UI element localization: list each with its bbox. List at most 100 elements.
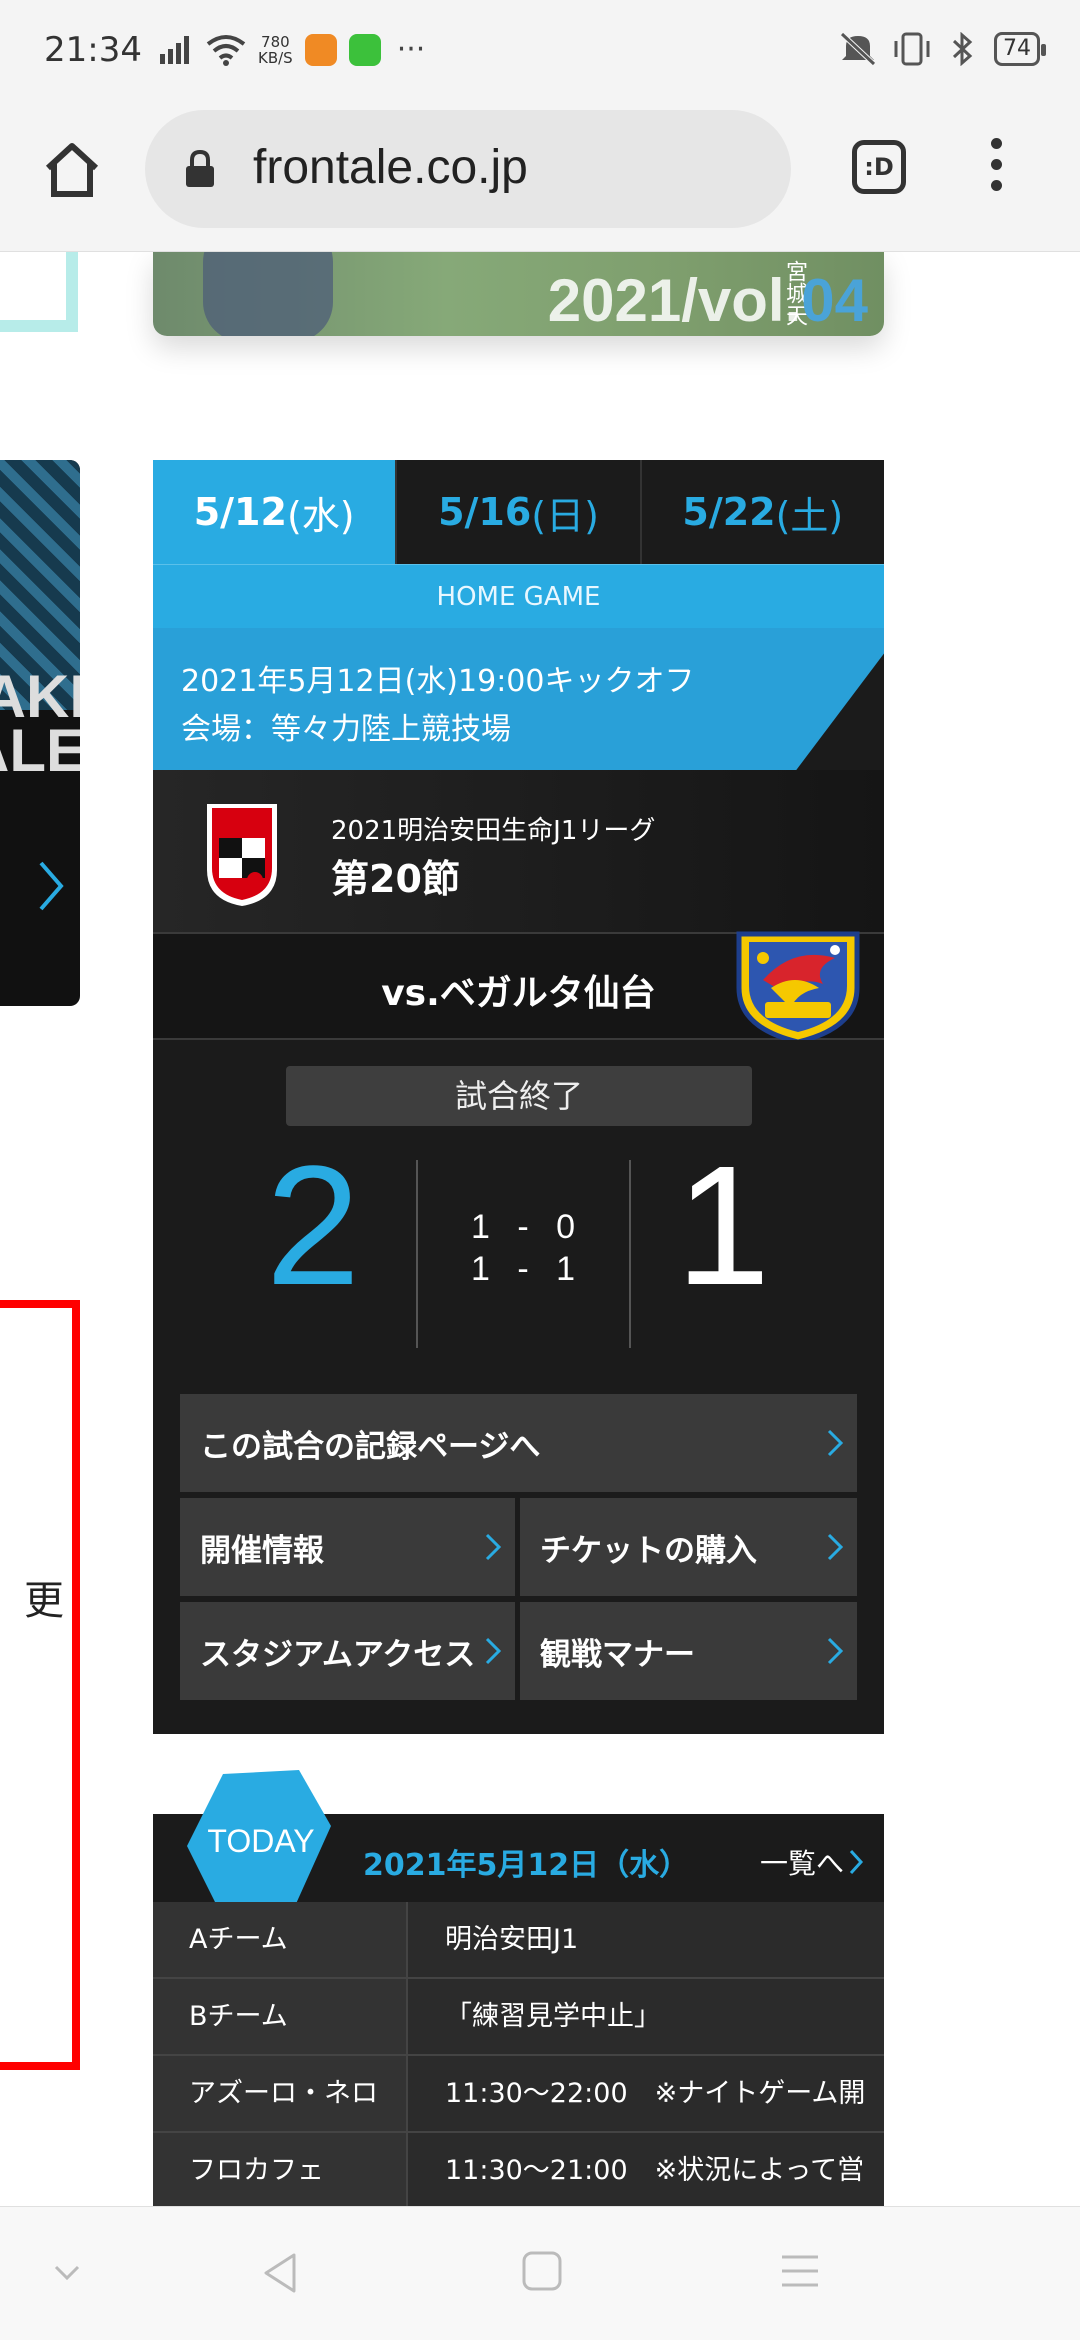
wifi-icon <box>206 34 246 66</box>
table-row[interactable]: Bチーム 「練習見学中止」 <box>153 1979 884 2056</box>
today-schedule: 2021年5月12日（水） 一覧へ TODAY Aチーム 明治安田J1 Bチーム… <box>153 1770 884 2206</box>
tab-date-label: 5/12 <box>193 490 287 534</box>
away-score: 1 <box>675 1131 771 1321</box>
banner-title: 2021/vol.04 <box>548 266 868 335</box>
table-row[interactable]: アズーロ・ネロ 11:30〜22:00 ※ナイトゲーム開 <box>153 2056 884 2133</box>
today-badge: TODAY <box>187 1770 331 1910</box>
status-bar: 21:34 780 KB/S ··· 74 <box>0 0 1080 100</box>
mute-icon <box>840 32 876 66</box>
side-carousel-card[interactable]: AKI ALE <box>0 460 80 1006</box>
schedule-info: 11:30〜22:00 ※ナイトゲーム開 <box>445 2078 866 2109</box>
battery-indicator: 74 <box>994 32 1046 66</box>
tab-date-0516[interactable]: 5/16 (日) <box>397 460 642 564</box>
match-widget: 5/12 (水) 5/16 (日) 5/22 (土) HOME GAME 2021年5… <box>153 460 884 1734</box>
first-half-score: 1 - 0 <box>470 1208 576 1246</box>
jleague-logo-icon <box>207 804 277 906</box>
web-page: 宮城天 2021/vol.04 AKI ALE 更 5/12(水) 5/16(日… <box>0 252 1080 2206</box>
network-speed: 780 KB/S <box>258 34 293 66</box>
match-record-button[interactable]: この試合の記録ページへ <box>180 1394 857 1492</box>
magazine-banner[interactable]: 宮城天 2021/vol.04 <box>153 252 884 336</box>
tab-switcher-button[interactable]: :D <box>852 140 906 194</box>
chevron-right-icon <box>827 1429 844 1457</box>
tab-dow-label: (水) <box>286 493 355 538</box>
table-row[interactable]: Aチーム 明治安田J1 <box>153 1902 884 1979</box>
app-notification-icon <box>304 33 337 66</box>
card-text: AKI ALE <box>0 663 80 784</box>
url-text[interactable]: frontale.co.jp <box>253 140 528 195</box>
second-half-score: 1 - 1 <box>470 1250 576 1288</box>
line-app-icon <box>348 33 381 66</box>
team-name: フロカフェ <box>153 2133 408 2206</box>
tab-date-0522[interactable]: 5/22 (土) <box>641 460 884 564</box>
status-right-icons: 74 <box>840 32 1046 66</box>
more-notifications-icon: ··· <box>396 32 426 67</box>
more-menu-icon[interactable] <box>986 138 1006 198</box>
score-area: 試合終了 2 1 - 0 1 - 1 1 <box>153 1040 884 1390</box>
tab-date-label: 5/16 <box>438 490 532 534</box>
browser-toolbar: frontale.co.jp :D <box>0 100 1080 252</box>
today-date: 2021年5月12日（水） <box>363 1848 690 1883</box>
team-name: アズーロ・ネロ <box>153 2056 408 2131</box>
team-name: Bチーム <box>153 1979 408 2054</box>
view-all-label: 一覧へ <box>759 1847 844 1880</box>
league-name: 2021明治安田生命J1リーグ <box>331 816 656 846</box>
chevron-right-icon <box>849 1849 864 1875</box>
kickoff-info: 2021年5月12日(水)19:00キックオフ 会場：等々力陸上競技場 <box>153 628 884 770</box>
match-date-tabs: 5/12 (水) 5/16 (日) 5/22 (土) <box>153 460 884 564</box>
signal-icon <box>160 35 189 64</box>
banner-photo <box>203 252 333 336</box>
table-row[interactable]: フロカフェ 11:30〜21:00 ※状況によって営 <box>153 2133 884 2206</box>
event-info-button[interactable]: 開催情報 <box>180 1498 515 1596</box>
notice-box: 更 <box>0 1300 80 2070</box>
schedule-info: 11:30〜21:00 ※状況によって営 <box>445 2155 865 2186</box>
vibrate-icon <box>894 32 930 66</box>
side-decoration-box <box>0 252 78 332</box>
net-speed-value: 780 <box>261 32 290 51</box>
tab-dow-label: (土) <box>775 493 844 538</box>
back-icon[interactable] <box>258 2249 302 2297</box>
tab-date-0512[interactable]: 5/12 (水) <box>153 460 398 564</box>
system-navigation-bar <box>0 2206 1080 2340</box>
net-speed-unit: KB/S <box>258 48 293 67</box>
score-divider <box>416 1160 418 1348</box>
home-nav-icon[interactable] <box>520 2249 564 2293</box>
tab-date-label: 5/22 <box>682 490 776 534</box>
schedule-info: 「練習見学中止」 <box>445 2001 661 2032</box>
button-label: チケットの購入 <box>540 1532 757 1569</box>
buy-ticket-button[interactable]: チケットの購入 <box>520 1498 857 1596</box>
recents-menu-icon[interactable] <box>778 2249 822 2293</box>
venue: 会場：等々力陸上競技場 <box>181 712 511 747</box>
today-badge-label: TODAY <box>207 1823 314 1859</box>
stadium-access-button[interactable]: スタジアムアクセス <box>180 1602 515 1700</box>
tab-dow-label: (日) <box>531 493 599 538</box>
chevron-right-icon <box>485 1533 502 1561</box>
status-time: 21:34 <box>44 30 142 70</box>
banner-title-main: 2021/vol. <box>547 267 802 334</box>
address-bar[interactable]: frontale.co.jp <box>145 110 791 228</box>
chevron-right-icon <box>827 1533 844 1561</box>
viewing-manners-button[interactable]: 観戦マナー <box>520 1602 857 1700</box>
button-label: この試合の記録ページへ <box>200 1428 541 1465</box>
schedule-info: 明治安田J1 <box>445 1924 579 1955</box>
chevron-right-icon <box>485 1637 502 1665</box>
opponent-row: vs.ベガルタ仙台 <box>153 931 884 1045</box>
status-left-icons: 780 KB/S ··· <box>160 32 425 67</box>
notice-text: 更 <box>24 1578 64 1624</box>
button-label: スタジアムアクセス <box>200 1636 476 1673</box>
home-score: 2 <box>265 1131 361 1321</box>
banner-title-number: 04 <box>801 267 868 334</box>
home-icon[interactable] <box>40 138 104 202</box>
match-round: 第20節 <box>331 857 460 901</box>
team-name: Aチーム <box>153 1902 408 1977</box>
button-label: 開催情報 <box>200 1532 324 1569</box>
lock-icon <box>186 150 214 187</box>
today-table: Aチーム 明治安田J1 Bチーム 「練習見学中止」 アズーロ・ネロ 11:30〜… <box>153 1902 884 2206</box>
match-status-badge: 試合終了 <box>286 1066 752 1126</box>
view-all-link[interactable]: 一覧へ <box>760 1842 864 1882</box>
chevron-right-icon[interactable] <box>38 860 64 926</box>
button-label: 観戦マナー <box>540 1636 695 1673</box>
collapse-chevron-icon[interactable] <box>52 2263 82 2283</box>
kickoff-time: 2021年5月12日(水)19:00キックオフ <box>181 664 695 699</box>
vegalta-crest-icon <box>736 931 860 1045</box>
home-game-label: HOME GAME <box>153 564 884 628</box>
